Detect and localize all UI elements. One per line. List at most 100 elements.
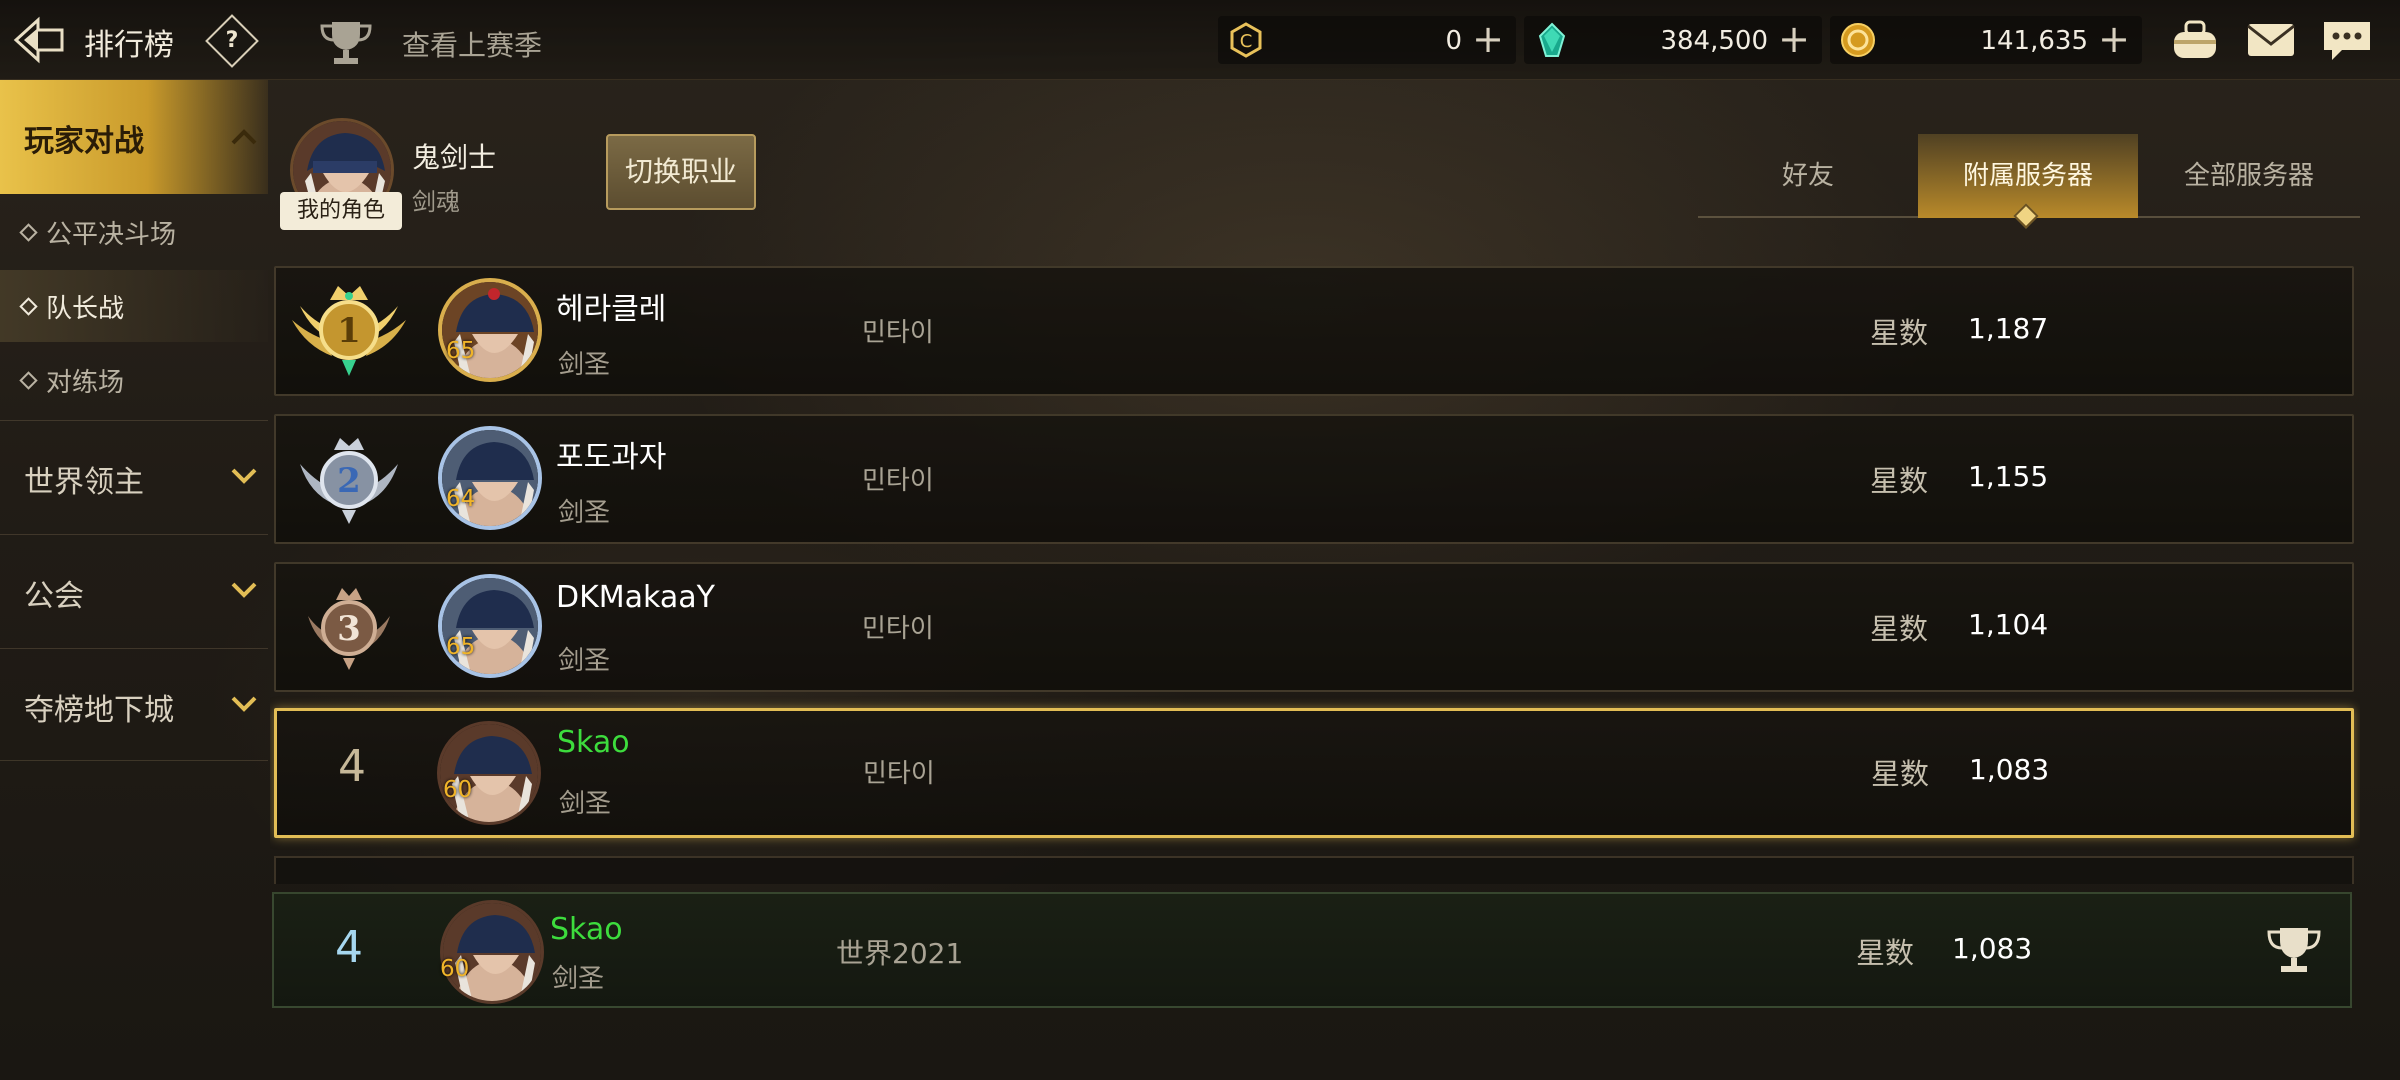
sidebar-section-pvp[interactable]: 玩家对战 bbox=[0, 80, 268, 194]
table-row[interactable]: 1 65 헤라클레 剑圣 민타이 星数 1,187 bbox=[274, 266, 2354, 396]
avatar[interactable] bbox=[437, 721, 541, 825]
add-gem-button[interactable]: + bbox=[1776, 20, 1812, 60]
level-label: 60 bbox=[443, 777, 473, 803]
sidebar-section-label: 夺榜地下城 bbox=[24, 693, 174, 728]
trophy-icon[interactable] bbox=[2264, 924, 2324, 976]
bronze-rank-medal-icon: 3 bbox=[308, 588, 390, 670]
stars-label: 星数 bbox=[1856, 936, 1915, 970]
server-name: 민타이 bbox=[863, 759, 935, 789]
rank-number-label: 2 bbox=[337, 461, 361, 501]
table-row[interactable]: 3 65 DKMakaaY 剑圣 민타이 星数 1,104 bbox=[274, 562, 2354, 692]
add-season-coin-button[interactable]: + bbox=[1470, 20, 1506, 60]
player-name: DKMakaaY bbox=[556, 580, 715, 615]
top-bar: 排行榜 ? 查看上赛季 C 0 + 384,500 + 141,635 + bbox=[0, 0, 2400, 80]
sidebar-section-ranking-dungeon[interactable]: 夺榜地下城 bbox=[0, 648, 268, 760]
my-character-name: 鬼剑士 bbox=[412, 141, 497, 174]
stars-label: 星数 bbox=[1870, 464, 1929, 498]
help-icon: ? bbox=[225, 28, 239, 53]
sidebar-section-label: 公会 bbox=[24, 579, 84, 614]
stars-value: 1,187 bbox=[1968, 312, 2049, 345]
silver-rank-medal-icon: 2 bbox=[300, 438, 398, 524]
add-gold-button[interactable]: + bbox=[2096, 20, 2132, 60]
chevron-down-icon bbox=[231, 696, 257, 712]
season-coin-icon: C bbox=[1230, 22, 1262, 58]
avatar[interactable] bbox=[438, 574, 542, 678]
table-row-highlighted[interactable]: 4 60 Skao 剑圣 민타이 星数 1,083 bbox=[274, 708, 2354, 838]
sidebar-item-practice[interactable]: 对练场 bbox=[0, 344, 268, 416]
level-label: 60 bbox=[440, 956, 470, 982]
currency-gem: 384,500 + bbox=[1524, 16, 1822, 64]
tab-all-servers[interactable]: 全部服务器 bbox=[2138, 134, 2360, 218]
back-arrow-icon[interactable] bbox=[12, 14, 66, 66]
table-row[interactable]: 2 64 포도과자 剑圣 민타이 星数 1,155 bbox=[274, 414, 2354, 544]
avatar[interactable] bbox=[440, 900, 544, 1004]
rank-number: 4 bbox=[338, 741, 366, 792]
player-class: 剑圣 bbox=[552, 964, 605, 994]
sidebar-section-guild[interactable]: 公会 bbox=[0, 534, 268, 646]
avatar[interactable] bbox=[438, 426, 542, 530]
chat-icon[interactable] bbox=[2320, 16, 2374, 64]
player-name: Skao bbox=[550, 912, 623, 947]
currency-season-coin: C 0 + bbox=[1218, 16, 1516, 64]
help-button[interactable]: ? bbox=[205, 14, 259, 68]
avatar[interactable] bbox=[438, 278, 542, 382]
sidebar-item-fair-duel[interactable]: 公平决斗场 bbox=[0, 196, 268, 268]
trophy-icon bbox=[320, 22, 372, 64]
swordmaster-portrait-icon bbox=[442, 578, 538, 674]
my-character-class: 剑魂 bbox=[412, 188, 460, 216]
ranking-list[interactable]: 1 65 헤라클레 剑圣 민타이 星数 1,187 2 64 포도과자 剑圣 민… bbox=[270, 264, 2360, 884]
stars-label: 星数 bbox=[1870, 316, 1929, 350]
sidebar-item-captain-battle[interactable]: 队长战 bbox=[0, 270, 268, 342]
gold-rank-medal-icon: 1 bbox=[292, 286, 406, 376]
stars-label: 星数 bbox=[1870, 612, 1929, 646]
player-name: 포도과자 bbox=[556, 440, 667, 475]
diamond-bullet-icon bbox=[19, 297, 38, 316]
my-rank-bar[interactable]: 4 60 Skao 剑圣 世界2021 星数 1,083 bbox=[272, 892, 2352, 1008]
level-label: 65 bbox=[446, 634, 476, 660]
stars-value: 1,155 bbox=[1968, 460, 2049, 493]
green-gem-icon bbox=[1538, 22, 1566, 57]
switch-class-button[interactable]: 切换职业 bbox=[606, 134, 756, 210]
rank-number-label: 3 bbox=[337, 609, 361, 649]
chevron-down-icon bbox=[231, 468, 257, 484]
chevron-down-icon bbox=[231, 582, 257, 598]
server-name: 世界2021 bbox=[836, 937, 964, 970]
last-season-button[interactable]: 查看上赛季 bbox=[318, 12, 598, 68]
stars-value: 1,083 bbox=[1969, 753, 2050, 786]
gem-value: 384,500 bbox=[1660, 26, 1768, 56]
stars-value: 1,083 bbox=[1952, 932, 2033, 965]
level-label: 65 bbox=[446, 338, 476, 364]
player-class: 剑圣 bbox=[558, 646, 611, 676]
gold-coin-icon bbox=[1841, 23, 1875, 57]
swordmaster-portrait-icon bbox=[443, 903, 541, 1001]
diamond-bullet-icon bbox=[19, 223, 38, 242]
sidebar-divider bbox=[0, 760, 268, 761]
sidebar-item-label: 对练场 bbox=[46, 368, 125, 398]
mail-icon[interactable] bbox=[2244, 16, 2298, 64]
sidebar-section-label: 玩家对战 bbox=[24, 124, 144, 159]
server-name: 민타이 bbox=[862, 614, 934, 644]
sidebar-section-label: 世界领主 bbox=[24, 465, 144, 500]
my-rank-number: 4 bbox=[335, 922, 363, 973]
stars-value: 1,104 bbox=[1968, 608, 2049, 641]
swordmaster-portrait-icon bbox=[442, 430, 538, 526]
pouch-icon[interactable] bbox=[2168, 16, 2222, 64]
my-character-tag: 我的角色 bbox=[280, 192, 402, 230]
page-title: 排行榜 bbox=[84, 28, 174, 63]
rank-number-label: 1 bbox=[337, 311, 361, 351]
sidebar-item-label: 队长战 bbox=[46, 294, 125, 324]
sidebar-item-label: 公平决斗场 bbox=[46, 220, 177, 250]
player-class: 剑圣 bbox=[558, 350, 611, 380]
player-class: 剑圣 bbox=[559, 789, 612, 819]
player-class: 剑圣 bbox=[558, 498, 611, 528]
swordmaster-portrait-icon bbox=[442, 282, 538, 378]
last-season-label: 查看上赛季 bbox=[402, 29, 543, 62]
gold-value: 141,635 bbox=[1980, 26, 2088, 56]
sidebar: 玩家对战 公平决斗场 队长战 对练场 世界领主 公会 夺榜地下城 bbox=[0, 80, 268, 1080]
tab-friends[interactable]: 好友 bbox=[1698, 134, 1918, 218]
server-name: 민타이 bbox=[862, 318, 934, 348]
table-row-partial bbox=[274, 856, 2354, 884]
player-name: 헤라클레 bbox=[556, 292, 667, 327]
sidebar-section-world-boss[interactable]: 世界领主 bbox=[0, 420, 268, 532]
currency-gold: 141,635 + bbox=[1830, 16, 2142, 64]
